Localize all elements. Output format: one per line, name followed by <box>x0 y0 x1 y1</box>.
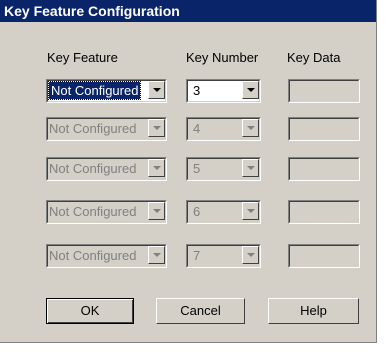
key-number-select: 4 <box>186 117 261 141</box>
key-data-field <box>288 157 360 181</box>
dropdown-button <box>148 159 165 177</box>
title-bar: Key Feature Configuration <box>0 0 376 22</box>
chevron-down-icon <box>247 126 255 130</box>
key-row: Not Configured 6 <box>0 200 376 226</box>
key-feature-value: Not Configured <box>49 248 137 263</box>
key-row: Not Configured 3 <box>0 79 376 105</box>
chevron-down-icon <box>247 166 255 170</box>
key-data-field <box>288 244 360 268</box>
key-feature-select: Not Configured <box>46 117 167 141</box>
key-number-header: Key Number <box>186 50 259 65</box>
window-title: Key Feature Configuration <box>4 3 180 19</box>
key-feature-select: Not Configured <box>46 244 167 268</box>
dropdown-button <box>242 202 259 220</box>
key-number-value: 7 <box>193 248 201 263</box>
key-feature-value: Not Configured <box>49 204 137 219</box>
key-number-select: 7 <box>186 244 261 268</box>
key-feature-value: Not Configured <box>49 121 137 136</box>
key-number-select: 6 <box>186 200 261 224</box>
chevron-down-icon <box>153 166 161 170</box>
chevron-down-icon <box>153 253 161 257</box>
chevron-down-icon <box>247 209 255 213</box>
key-feature-select: Not Configured <box>46 157 167 181</box>
dropdown-button <box>148 202 165 220</box>
key-feature-select: Not Configured <box>46 200 167 224</box>
key-row: Not Configured 4 <box>0 117 376 143</box>
chevron-down-icon <box>247 88 255 92</box>
key-data-header: Key Data <box>287 50 341 65</box>
help-button[interactable]: Help <box>268 298 359 324</box>
chevron-down-icon <box>247 253 255 257</box>
dropdown-button <box>148 119 165 137</box>
dialog: Key Feature Configuration Key Feature Ke… <box>0 0 377 343</box>
key-number-value: 5 <box>193 161 201 176</box>
dropdown-button <box>148 246 165 264</box>
chevron-down-icon <box>153 88 161 92</box>
dropdown-button <box>242 119 259 137</box>
key-feature-value: Not Configured <box>49 161 137 176</box>
dropdown-button <box>242 159 259 177</box>
dropdown-button <box>242 246 259 264</box>
key-number-select[interactable]: 3 <box>186 79 261 103</box>
key-number-value: 3 <box>193 83 201 98</box>
chevron-down-icon <box>153 209 161 213</box>
key-feature-select[interactable]: Not Configured <box>46 79 167 103</box>
key-number-value: 6 <box>193 204 201 219</box>
key-feature-value: Not Configured <box>47 81 142 100</box>
ok-button[interactable]: OK <box>46 298 134 324</box>
key-number-select: 5 <box>186 157 261 181</box>
cancel-button[interactable]: Cancel <box>156 298 245 324</box>
key-row: Not Configured 7 <box>0 244 376 270</box>
key-number-value: 4 <box>193 121 201 136</box>
key-data-field <box>288 200 360 224</box>
key-feature-header: Key Feature <box>47 50 118 65</box>
key-data-field <box>288 117 360 141</box>
chevron-down-icon <box>153 126 161 130</box>
key-data-field[interactable] <box>288 79 360 103</box>
dropdown-button[interactable] <box>148 81 165 99</box>
dropdown-button[interactable] <box>242 81 259 99</box>
key-row: Not Configured 5 <box>0 157 376 183</box>
